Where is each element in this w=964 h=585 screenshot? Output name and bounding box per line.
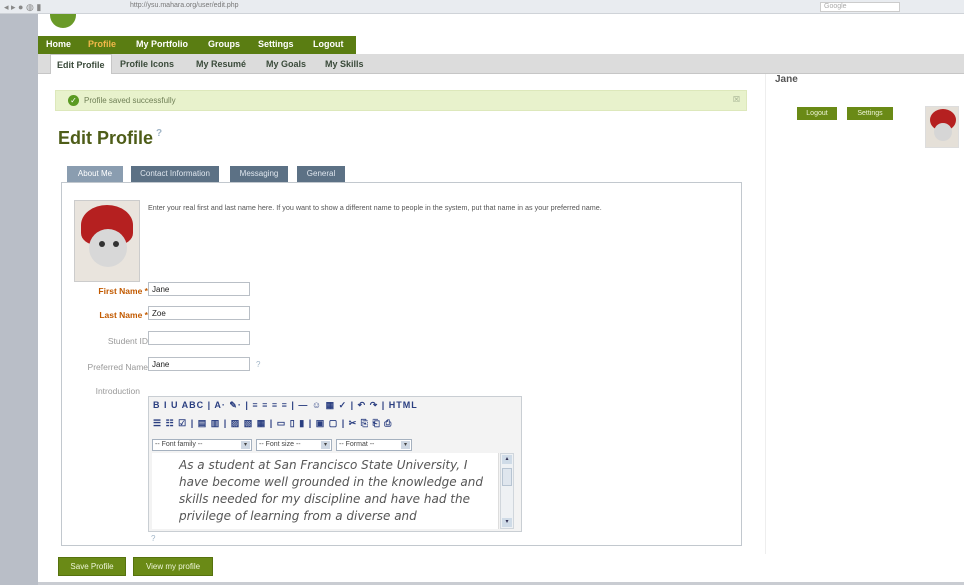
browser-nav-icons[interactable]: ◂ ▸ ● ◍ ▮	[4, 2, 41, 13]
subnav-my-resume[interactable]: My Resumé	[196, 59, 246, 69]
introduction-text: As a student at San Francisco State Univ…	[179, 458, 483, 523]
editor-toolbar-row-1[interactable]: B I U ABC | A· ✎· | ≡ ≡ ≡ ≡ | — ☺ ▦ ✓ | …	[153, 400, 418, 414]
nav-home[interactable]: Home	[46, 39, 71, 49]
nav-groups[interactable]: Groups	[208, 39, 240, 49]
nav-profile[interactable]: Profile	[88, 39, 116, 49]
student-id-input[interactable]	[148, 331, 250, 345]
sidebar-user-name: Jane	[775, 74, 798, 85]
format-value: -- Format --	[339, 441, 375, 448]
chevron-down-icon: ▾	[321, 441, 330, 449]
font-family-select[interactable]: -- Font family -- ▾	[152, 439, 252, 451]
success-message-text: Profile saved successfully	[84, 96, 176, 105]
editor-scrollbar[interactable]: ▴ ▾	[500, 453, 514, 529]
tab-general[interactable]: General	[297, 166, 345, 182]
last-name-label: Last Name *	[99, 310, 148, 320]
introduction-label: Introduction	[95, 386, 140, 396]
chevron-down-icon: ▾	[241, 441, 250, 449]
close-icon[interactable]: ☒	[733, 95, 740, 104]
scroll-thumb[interactable]	[502, 468, 512, 486]
tab-about-me[interactable]: About Me	[67, 166, 123, 182]
address-bar[interactable]: http://ysu.mahara.org/user/edit.php	[130, 2, 239, 9]
nav-logout[interactable]: Logout	[313, 39, 344, 49]
page-title: Edit Profile?	[58, 128, 162, 149]
introduction-editor: B I U ABC | A· ✎· | ≡ ≡ ≡ ≡ | — ☺ ▦ ✓ | …	[148, 396, 522, 532]
save-profile-button[interactable]: Save Profile	[58, 557, 126, 576]
first-name-input[interactable]: Jane	[148, 282, 250, 296]
success-message: ✓ Profile saved successfully ☒	[55, 90, 747, 111]
sidebar-logout-button[interactable]: Logout	[797, 107, 837, 120]
browser-search-input[interactable]: Google	[820, 2, 900, 12]
subnav-profile-icons[interactable]: Profile Icons	[120, 59, 174, 69]
font-size-select[interactable]: -- Font size -- ▾	[256, 439, 332, 451]
last-name-input[interactable]: Zoe	[148, 306, 250, 320]
subnav-edit-profile[interactable]: Edit Profile	[50, 54, 112, 74]
chevron-down-icon: ▾	[401, 441, 410, 449]
subnav-my-skills[interactable]: My Skills	[325, 59, 364, 69]
preferred-name-input[interactable]: Jane	[148, 357, 250, 371]
introduction-textarea[interactable]: As a student at San Francisco State Univ…	[152, 453, 499, 529]
site-logo[interactable]	[50, 14, 76, 28]
page: Home Profile My Portfolio Groups Setting…	[38, 14, 964, 582]
nav-settings[interactable]: Settings	[258, 39, 294, 49]
font-size-value: -- Font size --	[259, 441, 301, 448]
subnav-my-goals[interactable]: My Goals	[266, 59, 306, 69]
sub-nav: Edit Profile Profile Icons My Resumé My …	[38, 54, 964, 74]
format-select[interactable]: -- Format -- ▾	[336, 439, 412, 451]
first-name-label: First Name *	[98, 286, 148, 296]
font-family-value: -- Font family --	[155, 441, 203, 448]
form-instructions: Enter your real first and last name here…	[148, 203, 602, 212]
browser-toolbar: ◂ ▸ ● ◍ ▮ http://ysu.mahara.org/user/edi…	[0, 0, 964, 14]
profile-picture	[74, 200, 140, 282]
sidebar-avatar[interactable]	[925, 106, 959, 148]
sidebar-settings-button[interactable]: Settings	[847, 107, 893, 120]
preferred-name-label: Preferred Name	[87, 362, 148, 372]
scroll-up-icon[interactable]: ▴	[502, 455, 512, 464]
student-id-label: Student ID	[107, 336, 148, 346]
main-nav: Home Profile My Portfolio Groups Setting…	[38, 36, 356, 54]
tab-messaging[interactable]: Messaging	[230, 166, 288, 182]
nav-my-portfolio[interactable]: My Portfolio	[136, 39, 188, 49]
scroll-down-icon[interactable]: ▾	[502, 518, 512, 527]
help-icon[interactable]: ?	[156, 128, 162, 139]
page-gutter	[0, 14, 38, 585]
check-icon: ✓	[68, 95, 79, 106]
tab-contact-information[interactable]: Contact Information	[131, 166, 219, 182]
editor-toolbar-row-2[interactable]: ☰ ☷ ☑ | ▤ ▥ | ▨ ▧ ▦ | ▭ ▯ ▮ | ▣ ▢ | ✂ ⎘ …	[153, 418, 392, 432]
page-title-text: Edit Profile	[58, 128, 154, 148]
info-icon[interactable]: ?	[256, 360, 260, 369]
editor-help-icon[interactable]: ?	[151, 534, 155, 543]
view-profile-button[interactable]: View my profile	[133, 557, 213, 576]
